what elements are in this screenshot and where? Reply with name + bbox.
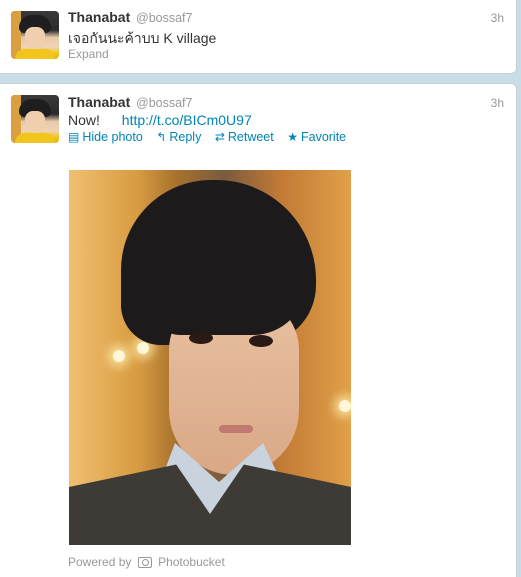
- tweet-1[interactable]: Thanabat @bossaf7 3h เจอกันนะค้าบบ K vil…: [0, 0, 517, 74]
- retweet-icon: ⇄: [214, 130, 225, 144]
- tweet-time[interactable]: 3h: [491, 96, 504, 110]
- favorite-button[interactable]: ★ Favorite: [287, 130, 346, 144]
- user-handle[interactable]: @bossaf7: [136, 11, 192, 25]
- reply-label: Reply: [169, 130, 202, 144]
- favorite-star-icon: ★: [287, 130, 298, 144]
- avatar[interactable]: [11, 11, 59, 59]
- reply-icon: ↰: [156, 130, 167, 144]
- tweet-link[interactable]: http://t.co/BICm0U97: [122, 112, 252, 128]
- avatar[interactable]: [11, 95, 59, 143]
- photo-icon: ▤: [68, 130, 80, 144]
- photo-attribution: Powered by Photobucket: [68, 555, 225, 569]
- hide-photo-label: Hide photo: [82, 130, 143, 144]
- user-name[interactable]: Thanabat: [68, 94, 130, 110]
- user-handle[interactable]: @bossaf7: [136, 96, 192, 110]
- tweet-photo[interactable]: [69, 170, 351, 545]
- hide-photo-button[interactable]: ▤ Hide photo: [68, 130, 143, 144]
- tweet-text-body: Now!: [68, 112, 100, 128]
- retweet-label: Retweet: [227, 130, 274, 144]
- tweet-time[interactable]: 3h: [491, 11, 504, 25]
- expand-link[interactable]: Expand: [68, 47, 109, 61]
- retweet-button[interactable]: ⇄ Retweet: [215, 130, 274, 144]
- tweet-actions: ▤ Hide photo ↰ Reply ⇄ Retweet ★ Favorite: [68, 130, 356, 144]
- camera-icon: [137, 557, 152, 569]
- tweet-text: Now! http://t.co/BICm0U97: [68, 112, 252, 128]
- photo-service-link[interactable]: Photobucket: [158, 555, 225, 569]
- user-name[interactable]: Thanabat: [68, 9, 130, 25]
- powered-by-label: Powered by: [68, 555, 132, 569]
- favorite-label: Favorite: [300, 130, 347, 144]
- reply-button[interactable]: ↰ Reply: [156, 130, 201, 144]
